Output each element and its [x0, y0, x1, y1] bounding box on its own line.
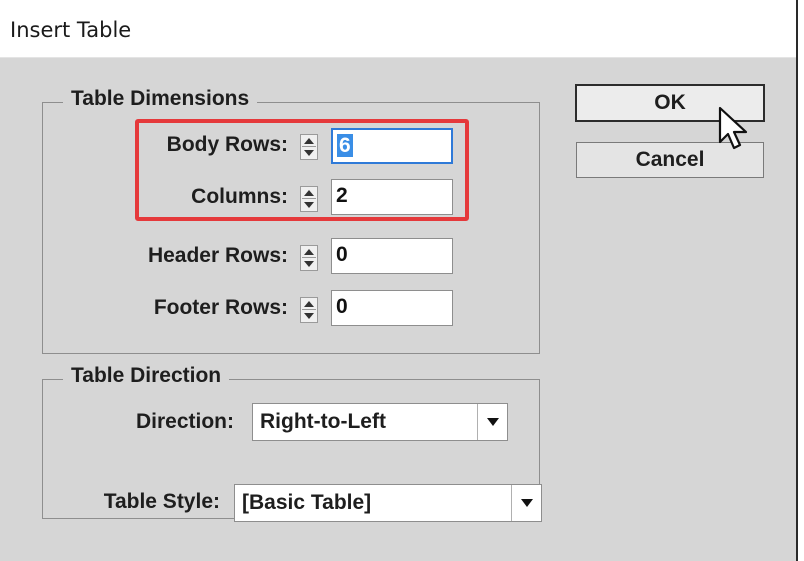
spinner-up-icon[interactable] [304, 190, 314, 196]
spinner-up-icon[interactable] [304, 138, 314, 144]
dropdown-arrow-icon[interactable] [511, 485, 541, 521]
direction-value: Right-to-Left [260, 410, 386, 433]
spinner-down-icon[interactable] [304, 150, 314, 156]
title-bar: Insert Table [0, 0, 804, 58]
spinner-up-icon[interactable] [304, 301, 314, 307]
footer-rows-value: 0 [336, 295, 348, 318]
table-style-label: Table Style: [103, 490, 220, 513]
mouse-pointer-icon [718, 106, 748, 150]
footer-rows-input[interactable]: 0 [331, 290, 453, 326]
header-rows-spinner[interactable] [300, 245, 318, 271]
table-dimensions-label: Table Dimensions [63, 87, 258, 111]
dropdown-arrow-icon[interactable] [477, 404, 507, 440]
body-rows-value: 6 [337, 134, 353, 157]
header-rows-label: Header Rows: [147, 244, 288, 267]
columns-value: 2 [336, 184, 348, 207]
table-style-value: [Basic Table] [242, 491, 372, 514]
body-rows-label: Body Rows: [166, 133, 288, 156]
window-right-edge [796, 0, 804, 561]
table-style-select[interactable]: [Basic Table] [234, 484, 542, 522]
ok-button-label: OK [654, 91, 686, 114]
spinner-up-icon[interactable] [304, 249, 314, 255]
footer-rows-spinner[interactable] [300, 297, 318, 323]
direction-select[interactable]: Right-to-Left [252, 403, 508, 441]
footer-rows-label: Footer Rows: [153, 296, 288, 319]
header-rows-value: 0 [336, 243, 348, 266]
body-rows-spinner[interactable] [300, 134, 318, 160]
columns-label: Columns: [191, 185, 288, 208]
header-rows-input[interactable]: 0 [331, 238, 453, 274]
columns-input[interactable]: 2 [331, 179, 453, 215]
spinner-down-icon[interactable] [304, 202, 314, 208]
columns-spinner[interactable] [300, 186, 318, 212]
window-title: Insert Table [10, 18, 132, 42]
table-direction-label: Table Direction [63, 364, 230, 388]
direction-label: Direction: [135, 410, 234, 433]
spinner-down-icon[interactable] [304, 261, 314, 267]
cancel-button-label: Cancel [635, 148, 705, 171]
body-rows-input[interactable]: 6 [331, 128, 453, 164]
spinner-down-icon[interactable] [304, 313, 314, 319]
insert-table-dialog: Table Dimensions Body Rows: 6 Columns: 2… [0, 58, 796, 561]
